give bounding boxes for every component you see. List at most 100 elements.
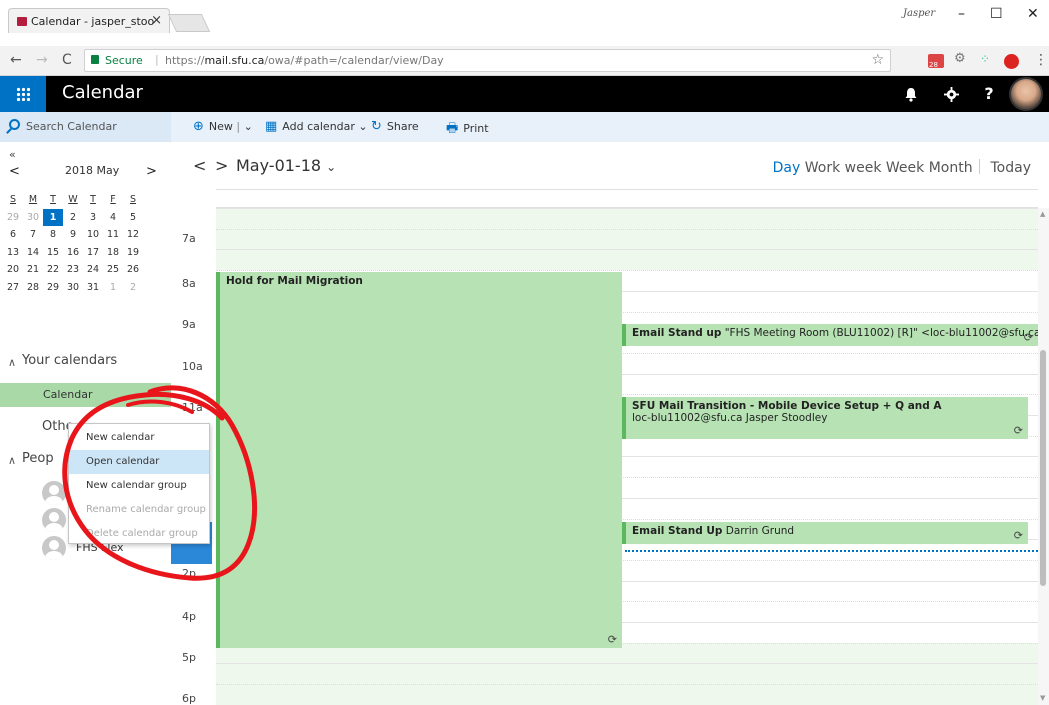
mini-calendar-title[interactable]: 2018 May — [65, 164, 119, 177]
mini-day[interactable]: 10 — [83, 226, 103, 244]
current-date[interactable]: May-01-18 ⌄ — [236, 156, 336, 175]
mini-day[interactable]: 9 — [63, 226, 83, 244]
prev-day-button[interactable]: < — [193, 156, 206, 175]
mini-day[interactable]: 18 — [103, 244, 123, 262]
url-input[interactable]: Secure | https://mail.sfu.ca/owa/#path=/… — [84, 49, 891, 72]
search-placeholder: Search Calendar — [26, 120, 117, 133]
gear-icon[interactable] — [933, 76, 969, 112]
grid-scrollbar[interactable]: ▲ ▼ — [1038, 208, 1049, 705]
chevron-up-icon[interactable]: ∧ — [8, 356, 16, 369]
app-launcher-button[interactable] — [0, 76, 46, 112]
menu-item-open-calendar[interactable]: Open calendar — [69, 450, 209, 474]
mini-day[interactable]: 26 — [123, 261, 143, 279]
mini-day[interactable]: 20 — [3, 261, 23, 279]
mini-day[interactable]: 2 — [123, 279, 143, 297]
chrome-menu-icon[interactable]: ⋮ — [1034, 52, 1048, 68]
mini-day[interactable]: 31 — [83, 279, 103, 297]
adblock-icon[interactable] — [1004, 54, 1019, 69]
mini-day[interactable]: 5 — [123, 209, 143, 227]
event-email-stand-up[interactable]: Email Stand Up Darrin Grund ⟳ — [622, 522, 1028, 544]
user-avatar[interactable] — [1009, 77, 1043, 111]
people-heading[interactable]: Peop — [22, 451, 54, 466]
bookmark-star-icon[interactable]: ☆ — [871, 52, 884, 68]
mini-day[interactable]: 24 — [83, 261, 103, 279]
share-button[interactable]: ↻ Share — [371, 119, 419, 134]
next-day-button[interactable]: > — [215, 156, 228, 175]
chevron-down-icon[interactable]: ⌄ — [244, 120, 253, 133]
tab-close-button[interactable]: × — [151, 13, 162, 28]
mini-day[interactable]: 30 — [63, 279, 83, 297]
add-calendar-button[interactable]: ▦ Add calendar ⌄ — [265, 119, 368, 134]
mini-day[interactable]: 29 — [43, 279, 63, 297]
mini-day[interactable]: 21 — [23, 261, 43, 279]
time-slot[interactable] — [216, 208, 1038, 229]
collapse-pane-button[interactable]: « — [9, 148, 16, 161]
view-work-week-button[interactable]: Work week — [805, 160, 882, 176]
profile-name[interactable]: Jasper — [903, 8, 935, 19]
mini-day[interactable]: 3 — [83, 209, 103, 227]
new-tab-button[interactable] — [167, 14, 211, 32]
mini-day[interactable]: 7 — [23, 226, 43, 244]
mini-day[interactable]: 13 — [3, 244, 23, 262]
help-icon[interactable]: ? — [971, 76, 1007, 112]
mini-day[interactable]: 22 — [43, 261, 63, 279]
mini-day[interactable]: 29 — [3, 209, 23, 227]
mini-day[interactable]: 19 — [123, 244, 143, 262]
scrollbar-thumb[interactable] — [1040, 350, 1046, 586]
forward-button[interactable]: → — [36, 52, 48, 68]
secure-label: Secure — [105, 54, 143, 67]
print-button[interactable]: 🖶 Print — [446, 119, 489, 141]
mini-prev-month-button[interactable]: < — [9, 164, 20, 179]
time-slot[interactable] — [216, 663, 1038, 685]
recurring-icon: ⟳ — [607, 633, 617, 646]
bell-icon[interactable] — [893, 76, 929, 112]
search-calendar-box[interactable]: Search Calendar — [0, 112, 171, 142]
mini-day[interactable]: 1 — [43, 208, 63, 226]
mini-day[interactable]: 11 — [103, 226, 123, 244]
view-month-button[interactable]: Month — [929, 160, 973, 176]
scroll-up-icon[interactable]: ▲ — [1040, 210, 1045, 218]
mini-day[interactable]: 17 — [83, 244, 103, 262]
new-button[interactable]: ⊕ New | ⌄ — [193, 119, 253, 134]
mini-day[interactable]: 2 — [63, 209, 83, 227]
event-sfu-mail-transition[interactable]: SFU Mail Transition - Mobile Device Setu… — [622, 397, 1028, 439]
reload-button[interactable]: C — [62, 52, 72, 68]
mini-day[interactable]: 15 — [43, 244, 63, 262]
back-button[interactable]: ← — [10, 52, 22, 68]
your-calendars-heading[interactable]: Your calendars — [22, 353, 117, 368]
today-button[interactable]: Today — [991, 160, 1032, 176]
mini-day[interactable]: 8 — [43, 226, 63, 244]
event-hold-for-mail-migration[interactable]: Hold for Mail Migration ⟳ — [216, 272, 622, 648]
drops-extension-icon[interactable]: ⁘ — [980, 52, 996, 66]
maximize-button[interactable]: ☐ — [990, 6, 1003, 22]
mini-day[interactable]: 14 — [23, 244, 43, 262]
mini-day[interactable]: 16 — [63, 244, 83, 262]
mini-day[interactable]: 6 — [3, 226, 23, 244]
event-email-stand-up-room[interactable]: Email Stand up "FHS Meeting Room (BLU110… — [622, 324, 1038, 346]
mini-day[interactable]: 27 — [3, 279, 23, 297]
puzzle-extension-icon[interactable]: ⚙ — [954, 51, 970, 66]
minimize-button[interactable]: – — [958, 6, 965, 22]
view-week-button[interactable]: Week — [886, 160, 924, 176]
time-slot[interactable] — [216, 684, 1038, 705]
time-slot[interactable] — [216, 228, 1038, 250]
person-avatar-icon — [42, 508, 66, 532]
mini-day[interactable]: 1 — [103, 279, 123, 297]
mini-day[interactable]: 25 — [103, 261, 123, 279]
all-day-row[interactable] — [216, 189, 1038, 208]
mini-day[interactable]: 12 — [123, 226, 143, 244]
view-day-button[interactable]: Day — [773, 160, 801, 176]
menu-item-new-calendar-group[interactable]: New calendar group — [69, 474, 209, 498]
mini-day[interactable]: 4 — [103, 209, 123, 227]
chevron-up-icon[interactable]: ∧ — [8, 454, 16, 467]
calendar-list-item[interactable]: Calendar — [0, 383, 171, 407]
mini-day[interactable]: 23 — [63, 261, 83, 279]
mini-day[interactable]: 28 — [23, 279, 43, 297]
browser-tab[interactable]: Calendar - jasper_stoodle × — [8, 8, 170, 33]
scroll-down-icon[interactable]: ▼ — [1040, 694, 1045, 702]
close-window-button[interactable]: ✕ — [1027, 6, 1039, 22]
mini-day[interactable]: 30 — [23, 209, 43, 227]
mini-next-month-button[interactable]: > — [146, 164, 157, 179]
time-slot[interactable] — [216, 249, 1038, 271]
menu-item-new-calendar[interactable]: New calendar — [69, 426, 209, 450]
